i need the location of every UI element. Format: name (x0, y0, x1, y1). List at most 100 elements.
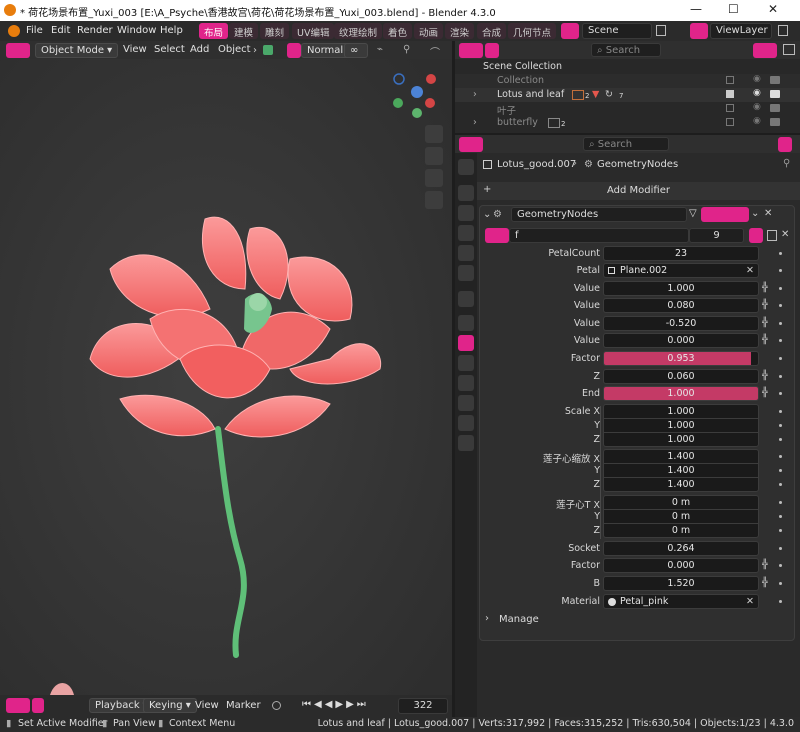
keyframe-dot[interactable] (779, 322, 782, 325)
tab-uv-editing[interactable]: UV编辑 (292, 23, 335, 39)
data-tab-icon[interactable] (458, 415, 474, 431)
constraints-tab-icon[interactable] (458, 395, 474, 411)
properties-editor-type-icon[interactable] (459, 137, 483, 152)
attribute-toggle-icon[interactable]: ╬ (762, 561, 772, 570)
modifier-visibility-toggles[interactable] (701, 207, 749, 222)
menu-add[interactable]: Add (185, 43, 214, 58)
snap-settings-icon[interactable]: ⚲ (398, 43, 415, 58)
keyframe-dot[interactable] (779, 438, 782, 441)
keyframe-dot[interactable] (779, 515, 782, 518)
properties-search-input[interactable]: ⌕ Search (583, 137, 669, 151)
properties-options-icon[interactable] (778, 137, 792, 152)
tab-shading[interactable]: 着色 (383, 23, 413, 39)
param-vector-z[interactable]: 0 m (603, 523, 759, 538)
manage-subpanel[interactable]: › Manage (485, 613, 685, 627)
keyframe-dot[interactable] (779, 269, 782, 272)
keyframe-dot[interactable] (779, 582, 782, 585)
clear-icon[interactable]: ✕ (746, 264, 754, 277)
auto-keying-icon[interactable] (272, 701, 281, 710)
tab-sculpting[interactable]: 雕刻 (260, 23, 290, 39)
param-object-field[interactable]: Plane.002 ✕ (603, 263, 759, 278)
tool-tab-icon[interactable] (458, 159, 474, 175)
camera-view-icon[interactable] (425, 169, 443, 187)
attribute-toggle-icon[interactable]: ╬ (762, 284, 772, 293)
param-float-field[interactable]: 0.000 (603, 558, 759, 573)
keyframe-dot[interactable] (779, 375, 782, 378)
param-vector-y[interactable]: 0 m (603, 509, 759, 524)
menu-window[interactable]: Window (117, 25, 156, 36)
editor-type-icon[interactable] (6, 43, 30, 58)
param-vector-y[interactable]: 1.000 (603, 418, 759, 433)
outliner-row[interactable]: Collection (455, 74, 800, 88)
exclude-checkbox[interactable] (726, 118, 734, 126)
tab-animation[interactable]: 动画 (414, 23, 444, 39)
menu-render[interactable]: Render (77, 25, 113, 36)
eye-icon[interactable]: ◉ (753, 116, 761, 126)
transform-orientation-icon[interactable] (287, 43, 301, 58)
timeline-view-icon[interactable] (32, 698, 44, 713)
expand-arrow-icon[interactable]: › (473, 117, 477, 128)
new-scene-icon[interactable] (656, 25, 666, 36)
keyframe-dot[interactable] (779, 564, 782, 567)
new-view-layer-icon[interactable] (778, 25, 788, 36)
new-collection-icon[interactable] (783, 44, 795, 55)
close-button[interactable]: ✕ (768, 2, 778, 16)
exclude-checkbox[interactable] (726, 104, 734, 112)
snap-icon[interactable]: ⌁ (372, 43, 388, 58)
outliner-row[interactable]: › butterfly 2 (455, 116, 800, 130)
timeline-menu-view[interactable]: View (190, 699, 224, 714)
keyframe-dot[interactable] (779, 410, 782, 413)
render-camera-icon[interactable] (770, 90, 780, 98)
fake-user-shield-icon[interactable] (749, 228, 763, 243)
keyframe-dot[interactable] (779, 501, 782, 504)
expand-arrow-icon[interactable]: › (473, 89, 477, 100)
param-float-field[interactable]: 0.080 (603, 298, 759, 313)
keyframe-dot[interactable] (779, 252, 782, 255)
object-tab-icon[interactable] (458, 315, 474, 331)
view-layer-tab-icon[interactable] (458, 225, 474, 241)
node-group-browse-icon[interactable] (485, 228, 509, 243)
minimize-button[interactable]: — (690, 2, 702, 16)
attribute-toggle-icon[interactable]: ╬ (762, 319, 772, 328)
keyframe-dot[interactable] (779, 600, 782, 603)
modifier-name-field[interactable]: GeometryNodes (511, 207, 687, 222)
unlink-icon[interactable]: ✕ (781, 229, 789, 240)
outliner-row[interactable]: 叶子 (455, 102, 800, 117)
scene-tab-icon[interactable] (458, 245, 474, 261)
render-tab-icon[interactable] (458, 185, 474, 201)
playback-controls[interactable]: ⏮◀◀▶▶⏭ (302, 699, 369, 710)
exclude-checkbox[interactable] (726, 90, 734, 98)
attribute-toggle-icon[interactable]: ╬ (762, 336, 772, 345)
keyframe-dot[interactable] (779, 469, 782, 472)
param-vector-z[interactable]: 1.000 (603, 432, 759, 447)
param-factor-slider[interactable]: 0.953 (603, 351, 759, 366)
menu-help[interactable]: Help (160, 25, 183, 36)
keyframe-dot[interactable] (779, 529, 782, 532)
timeline-menu-marker[interactable]: Marker (221, 699, 266, 714)
keyframe-dot[interactable] (779, 339, 782, 342)
filter-icon[interactable] (753, 43, 777, 58)
outliner-row[interactable]: Scene Collection (455, 60, 800, 74)
outliner-editor-type-icon[interactable] (459, 43, 483, 58)
tab-modeling[interactable]: 建模 (229, 23, 259, 39)
param-vector-x[interactable]: 1.000 (603, 404, 759, 419)
display-mode-icon[interactable] (485, 43, 499, 58)
outliner-search-input[interactable]: ⌕ Search (591, 43, 661, 57)
maximize-button[interactable]: ☐ (728, 2, 739, 16)
particles-tab-icon[interactable] (458, 355, 474, 371)
keyframe-dot[interactable] (779, 357, 782, 360)
render-camera-icon[interactable] (770, 118, 780, 126)
node-group-users-count[interactable]: 9 (689, 228, 744, 243)
menu-edit[interactable]: Edit (51, 25, 70, 36)
menu-select[interactable]: Select (149, 43, 190, 58)
menu-file[interactable]: File (26, 25, 43, 36)
collection-tab-icon[interactable] (458, 291, 474, 307)
param-vector-y[interactable]: 1.400 (603, 463, 759, 478)
add-modifier-button[interactable]: + Add Modifier (477, 182, 800, 200)
tab-texture-paint[interactable]: 纹理绘制 (334, 23, 383, 39)
tab-compositing[interactable]: 合成 (477, 23, 507, 39)
pin-icon[interactable]: ⚲ (783, 158, 790, 169)
keyframe-dot[interactable] (779, 455, 782, 458)
blender-menu-icon[interactable] (8, 25, 20, 37)
exclude-checkbox[interactable] (726, 76, 734, 84)
